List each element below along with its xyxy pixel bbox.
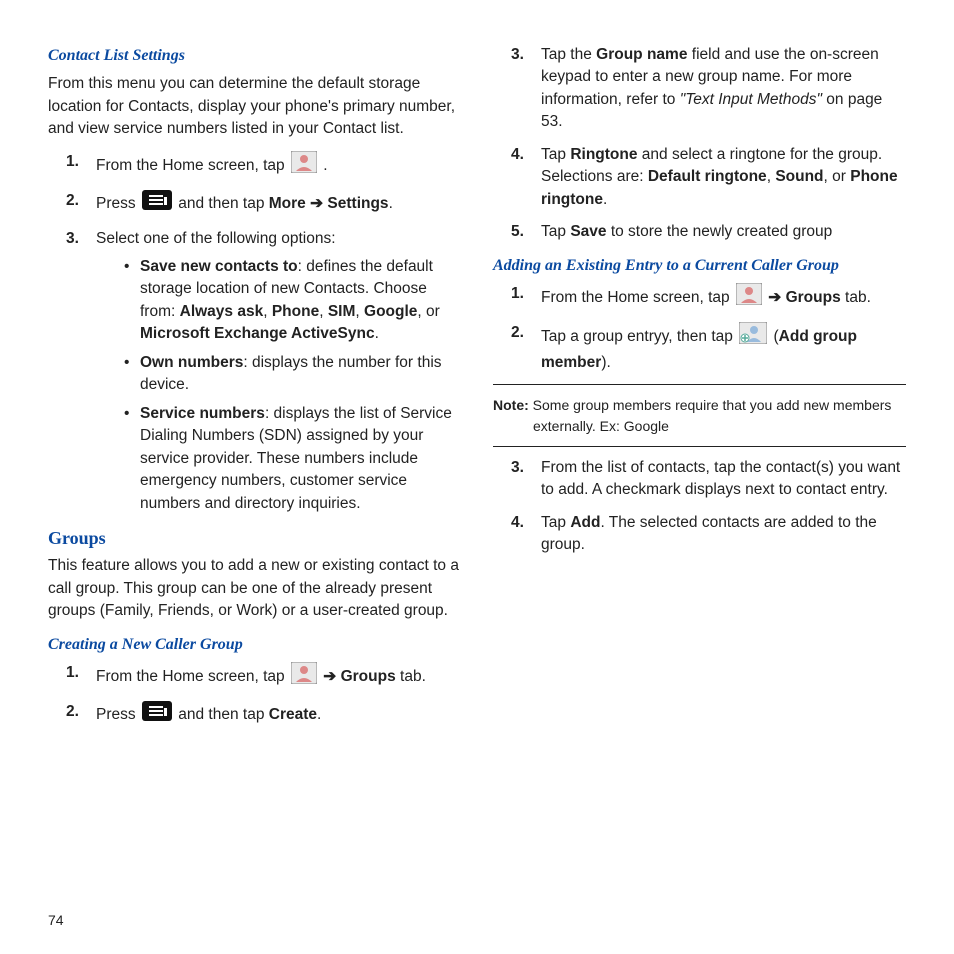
page-number: 74 [48, 912, 64, 928]
note-label: Note: [493, 397, 529, 413]
c2-c: . [317, 706, 321, 723]
step-2-b: and then tap [178, 195, 269, 212]
c2-a: Press [96, 706, 140, 723]
add-step-3: 3. From the list of contacts, tap the co… [511, 457, 906, 502]
r5-a: Tap [541, 223, 570, 240]
opt1-title: Save new contacts to [140, 258, 298, 275]
c2-b: and then tap [178, 706, 269, 723]
add-step-4: 4. Tap Add. The selected contacts are ad… [511, 512, 906, 557]
c1-groups: Groups [341, 668, 396, 685]
a1-a: From the Home screen, tap [541, 289, 734, 306]
heading-contact-list-settings: Contact List Settings [48, 44, 461, 67]
r3-a: Tap the [541, 46, 596, 63]
a3-text: From the list of contacts, tap the conta… [541, 459, 900, 498]
step-2-a: Press [96, 195, 140, 212]
create-step-5: 5. Tap Save to store the newly created g… [511, 221, 906, 243]
create-step-3: 3. Tap the Group name field and use the … [511, 44, 906, 134]
option-own-numbers: Own numbers: displays the number for thi… [124, 352, 461, 397]
a2-a: Tap a group entryy, then tap [541, 328, 737, 345]
r4-c: . [603, 191, 607, 208]
groups-intro: This feature allows you to add a new or … [48, 555, 461, 622]
note-text: Note: Some group members require that yo… [493, 395, 906, 436]
page: Contact List Settings From this menu you… [0, 0, 954, 954]
menu-key-icon [142, 701, 172, 728]
create-step-2: 2. Press and then tap Create. [66, 701, 461, 728]
a1-b: tab. [845, 289, 871, 306]
opt1-o1: Always ask [180, 303, 264, 320]
step-2: 2. Press and then tap More ➔ Settings. [66, 190, 461, 217]
add-step-1: 1. From the Home screen, tap ➔ Groups ta… [511, 283, 906, 312]
step-3: 3. Select one of the following options: … [66, 228, 461, 516]
arrow-icon: ➔ [768, 289, 785, 306]
step-2-more: More [269, 195, 306, 212]
opt1-or: , or [417, 303, 439, 320]
separator [493, 446, 906, 447]
steps-add-existing-cont: 3. From the list of contacts, tap the co… [511, 457, 906, 557]
add-step-2: 2. Tap a group entryy, then tap (Add gro… [511, 322, 906, 374]
step-2-settings: Settings [327, 195, 388, 212]
arrow-icon: ➔ [323, 668, 340, 685]
contacts-icon [291, 151, 317, 180]
separator [493, 384, 906, 385]
c2-create: Create [269, 706, 317, 723]
menu-key-icon [142, 190, 172, 217]
left-column: Contact List Settings From this menu you… [48, 40, 461, 739]
step-2-c: . [389, 195, 393, 212]
opt1-end: . [375, 325, 379, 342]
create-step-4: 4. Tap Ringtone and select a ringtone fo… [511, 144, 906, 211]
opt1-o2: Phone [272, 303, 319, 320]
r4-o2: Sound [775, 168, 823, 185]
right-column: 3. Tap the Group name field and use the … [493, 40, 906, 739]
r3-gn: Group name [596, 46, 687, 63]
r3-ref: "Text Input Methods" [680, 91, 822, 108]
contacts-icon [291, 662, 317, 691]
step-3-text: Select one of the following options: [96, 230, 336, 247]
steps-contact-list: 1. From the Home screen, tap . 2. Press … [66, 151, 461, 516]
note-body: Some group members require that you add … [529, 397, 892, 433]
opt3-title: Service numbers [140, 405, 265, 422]
a2-c: ). [601, 354, 610, 371]
r5-b: to store the newly created group [607, 223, 833, 240]
heading-add-existing: Adding an Existing Entry to a Current Ca… [493, 254, 906, 277]
option-save-new: Save new contacts to: defines the defaul… [124, 256, 461, 346]
steps-create-group-cont: 3. Tap the Group name field and use the … [511, 44, 906, 244]
opt1-o5: Microsoft Exchange ActiveSync [140, 325, 375, 342]
r4-a: Tap [541, 146, 570, 163]
opt1-o3: SIM [328, 303, 356, 320]
intro-text: From this menu you can determine the def… [48, 73, 461, 140]
option-service-numbers: Service numbers: displays the list of Se… [124, 403, 461, 515]
a1-groups: Groups [786, 289, 841, 306]
heading-groups: Groups [48, 525, 461, 551]
c1-b: tab. [400, 668, 426, 685]
steps-add-existing: 1. From the Home screen, tap ➔ Groups ta… [511, 283, 906, 374]
r4-rt: Ringtone [570, 146, 637, 163]
create-step-1: 1. From the Home screen, tap ➔ Groups ta… [66, 662, 461, 691]
r5-save: Save [570, 223, 606, 240]
add-member-icon [739, 322, 767, 351]
a4-add: Add [570, 514, 600, 531]
heading-create-group: Creating a New Caller Group [48, 633, 461, 656]
arrow-icon: ➔ [310, 195, 327, 212]
options-list: Save new contacts to: defines the defaul… [124, 256, 461, 515]
r4-or: , or [824, 168, 851, 185]
step-1-b: . [323, 156, 327, 173]
c1-a: From the Home screen, tap [96, 668, 289, 685]
steps-create-group: 1. From the Home screen, tap ➔ Groups ta… [66, 662, 461, 729]
step-1: 1. From the Home screen, tap . [66, 151, 461, 180]
opt1-o4: Google [364, 303, 417, 320]
a4-a: Tap [541, 514, 570, 531]
opt2-title: Own numbers [140, 354, 243, 371]
columns: Contact List Settings From this menu you… [48, 40, 906, 739]
r4-o1: Default ringtone [648, 168, 767, 185]
contacts-icon [736, 283, 762, 312]
step-1-a: From the Home screen, tap [96, 156, 289, 173]
